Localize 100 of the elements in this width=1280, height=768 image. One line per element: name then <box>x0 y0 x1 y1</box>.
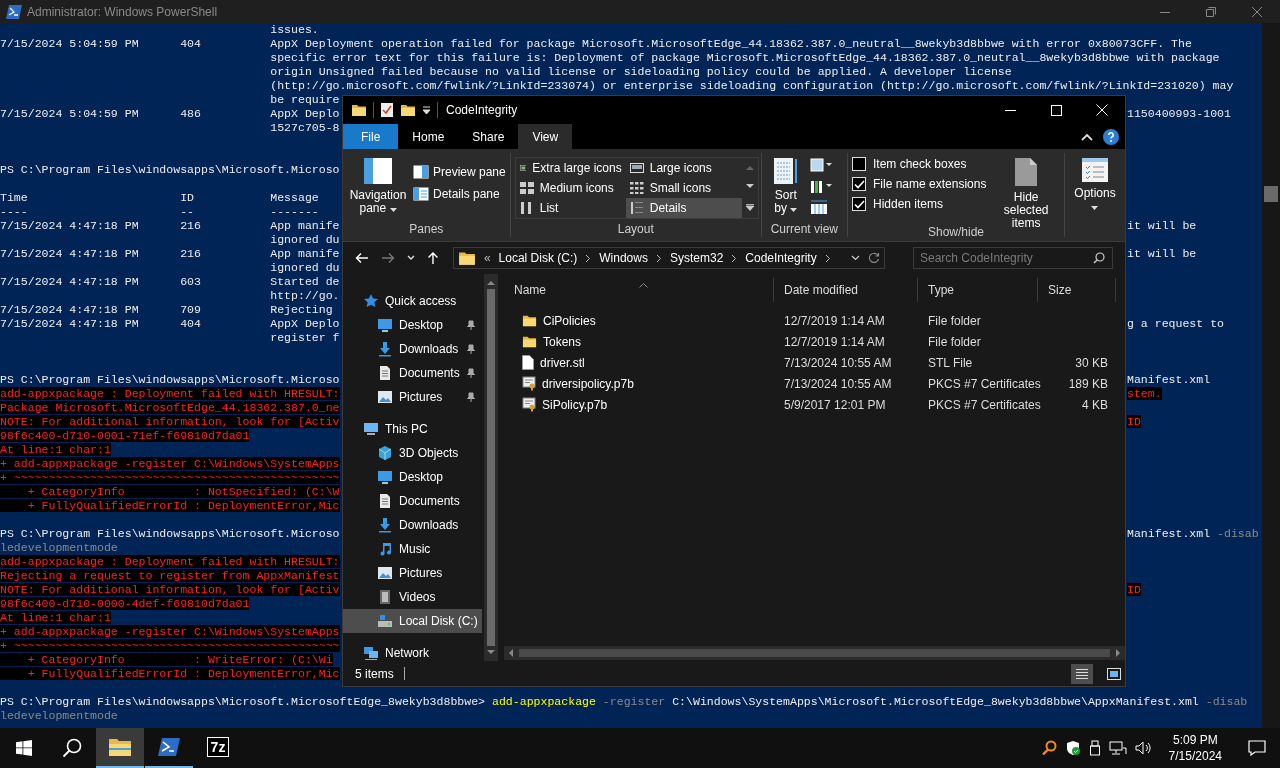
layout-option[interactable]: Extra large icons <box>515 158 626 178</box>
add-columns-icon[interactable] <box>809 178 832 194</box>
back-icon[interactable] <box>355 252 369 264</box>
breadcrumb[interactable]: Local Disk (C:) <box>498 251 578 265</box>
desktop-icon <box>377 469 393 485</box>
expand-icon[interactable] <box>745 203 754 211</box>
group-by-icon[interactable] <box>809 157 832 173</box>
nav-item[interactable]: Pictures <box>343 561 482 585</box>
ribbon-tab[interactable]: Home <box>398 124 459 149</box>
ribbon-tab[interactable]: View <box>518 124 573 149</box>
help-icon[interactable] <box>1103 128 1119 145</box>
nav-item[interactable]: Local Disk (C:) <box>343 609 482 633</box>
scroll-down-icon[interactable] <box>745 184 754 190</box>
layout-option[interactable]: List <box>515 198 626 218</box>
ribbon-tab[interactable]: Share <box>458 124 519 149</box>
column-header[interactable]: Size <box>1038 278 1116 302</box>
group-label: Show/hide <box>926 225 985 239</box>
console-line: Manifest.xml -disab <box>1127 527 1259 541</box>
recent-locations-icon[interactable] <box>406 255 415 261</box>
file-name[interactable]: driversipolicy.p7b <box>504 376 774 391</box>
breadcrumb[interactable]: Windows <box>599 251 648 265</box>
network-icon[interactable] <box>1108 740 1127 756</box>
chevron-icon[interactable] <box>655 253 662 263</box>
navigation-pane-button[interactable]: Navigation pane <box>347 155 409 217</box>
nav-item[interactable]: Desktop <box>343 465 482 489</box>
nav-item[interactable]: Desktop <box>343 313 482 337</box>
drive-icon <box>377 613 393 629</box>
column-header[interactable]: Name <box>504 278 774 302</box>
nav-item[interactable]: Downloads <box>343 513 482 537</box>
checkbox[interactable]: Hidden items <box>852 197 987 211</box>
layout-option[interactable]: Small icons <box>625 178 742 198</box>
scroll-up-icon[interactable] <box>487 280 495 285</box>
nav-item[interactable]: 3D Objects <box>343 441 482 465</box>
nav-item[interactable]: Documents <box>343 489 482 513</box>
layout-option[interactable]: Details <box>625 198 742 218</box>
options-button[interactable]: Options <box>1069 155 1121 215</box>
chevron-icon[interactable] <box>585 253 592 263</box>
column-header[interactable]: Date modified <box>774 278 918 302</box>
folder-icon <box>351 102 367 118</box>
scroll-down-icon[interactable] <box>487 650 495 655</box>
nav-item[interactable]: Network <box>343 641 482 665</box>
nav-item[interactable]: Documents <box>343 361 482 385</box>
usb-icon[interactable] <box>1088 740 1101 756</box>
sort-by-button[interactable]: Sort by <box>765 155 806 217</box>
folder-icon <box>522 334 537 349</box>
scroll-left-icon[interactable] <box>508 649 513 657</box>
properties-icon[interactable] <box>380 102 394 118</box>
search-field[interactable]: Search CodeIntegrity <box>913 247 1113 269</box>
window-title: Administrator: Windows PowerShell <box>27 4 218 19</box>
chevron-icon[interactable] <box>824 253 831 263</box>
scroll-right-icon[interactable] <box>1116 649 1121 657</box>
hide-selected-button[interactable]: Hide selected items <box>992 155 1060 232</box>
breadcrumb[interactable]: System32 <box>669 251 724 265</box>
volume-icon[interactable] <box>1134 740 1153 756</box>
checkbox[interactable]: File name extensions <box>852 177 987 191</box>
breadcrumb[interactable]: CodeIntegrity <box>745 251 817 265</box>
size-columns-icon[interactable] <box>809 199 828 215</box>
close-icon <box>1252 6 1262 17</box>
scroll-up-icon[interactable] <box>745 165 754 171</box>
chevron-icon[interactable] <box>731 253 738 263</box>
column-header[interactable]: Type <box>918 278 1038 302</box>
console-line: origin Unsigned failed because no valid license or sideloading policy could be applied. A developer license <box>269 65 1012 79</box>
console-line: ignored du <box>269 233 340 247</box>
file-name[interactable]: Tokens <box>504 334 774 349</box>
up-icon[interactable] <box>426 251 439 265</box>
nav-item[interactable]: Music <box>343 537 482 561</box>
magnifier-icon[interactable] <box>1040 740 1057 756</box>
nav-item[interactable]: Videos <box>343 585 482 609</box>
refresh-icon[interactable] <box>868 252 880 264</box>
layout-option[interactable]: Medium icons <box>515 178 626 198</box>
nav-item[interactable]: Pictures <box>343 385 482 409</box>
dropdown-icon[interactable] <box>422 105 431 115</box>
powershell-icon <box>6 4 22 19</box>
nav-item[interactable]: Downloads <box>343 337 482 361</box>
nav-item[interactable]: This PC <box>343 417 482 441</box>
forward-icon[interactable] <box>380 252 395 264</box>
layout-option[interactable]: Large icons <box>625 158 742 178</box>
console-line: ---- -- ------- <box>0 205 319 219</box>
scrollbar[interactable] <box>484 274 498 661</box>
shield-icon[interactable] <box>1064 740 1081 756</box>
pane-button[interactable]: Details pane <box>413 187 506 201</box>
overflow-marker[interactable]: « <box>483 251 491 265</box>
file-name[interactable]: CiPolicies <box>504 313 774 328</box>
address-bar[interactable]: « Local Disk (C:) Windows System32 CodeIntegrity <box>452 247 885 269</box>
taskbar-app[interactable]: 7z <box>194 728 242 768</box>
taskbar-app[interactable] <box>96 728 144 768</box>
ribbon-tab[interactable]: File <box>343 124 399 149</box>
folder-icon <box>108 737 132 757</box>
details-view-button[interactable] <box>1071 663 1093 684</box>
scrollbar[interactable] <box>1262 23 1280 728</box>
pane-button[interactable]: Preview pane <box>413 165 506 179</box>
file-name[interactable]: SiPolicy.p7b <box>504 397 774 412</box>
checkbox[interactable]: Item check boxes <box>852 157 987 171</box>
collapse-icon[interactable] <box>1081 132 1093 141</box>
dropdown-icon[interactable] <box>851 255 860 261</box>
nav-item[interactable]: Quick access <box>343 289 482 313</box>
file-name[interactable]: driver.stl <box>504 355 774 370</box>
clock[interactable]: 5:09 PM 7/15/2024 <box>1160 732 1230 764</box>
scrollbar[interactable] <box>504 646 1125 660</box>
notification-icon[interactable] <box>1248 740 1266 756</box>
